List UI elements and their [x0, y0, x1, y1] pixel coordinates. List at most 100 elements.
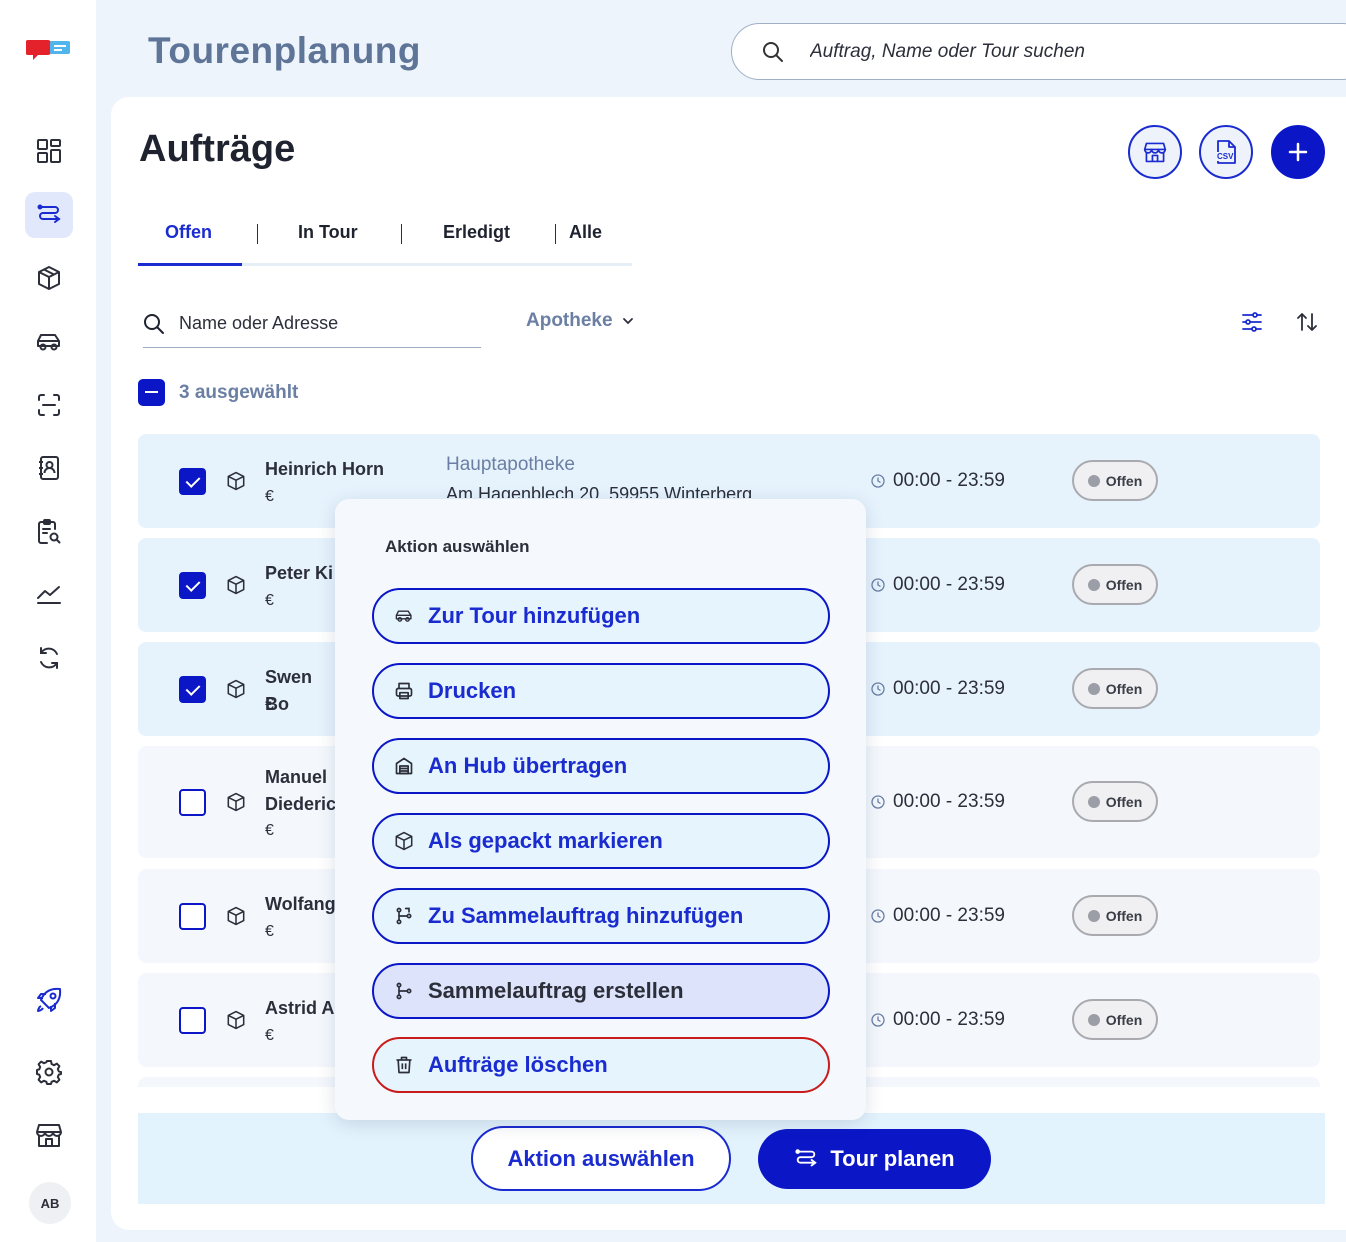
status-dot: [1087, 578, 1100, 591]
car-icon: [35, 329, 63, 355]
action-menu-title: Aktion auswählen: [385, 537, 530, 556]
customer-name-line2: Diederic: [265, 794, 337, 814]
customer-name: Peter Ki: [265, 563, 334, 583]
status-badge: Offen: [1072, 564, 1158, 605]
payment-indicator: €: [265, 1027, 274, 1044]
sidebar-item-scan[interactable]: [25, 382, 73, 428]
action-label: Aufträge löschen: [428, 1052, 608, 1077]
customer-name: Manuel: [265, 767, 328, 787]
active-tab-indicator: [138, 263, 242, 266]
csv-import-button[interactable]: CSV: [1199, 125, 1253, 179]
csv-icon: CSV: [1215, 139, 1237, 165]
plan-tour-label: Tour planen: [830, 1146, 955, 1171]
sort-button[interactable]: [1293, 308, 1321, 336]
sidebar-item-inspection[interactable]: [25, 509, 73, 555]
print-button[interactable]: Drucken: [372, 663, 830, 719]
bulk-action-bar: [138, 1113, 1325, 1204]
sidebar-item-dashboard[interactable]: [25, 128, 73, 174]
status-label: Offen: [1105, 907, 1143, 924]
delivery-time: 00:00 - 23:59: [893, 1009, 1005, 1030]
tab-erledigt[interactable]: Erledigt: [443, 222, 510, 243]
row-checkbox[interactable]: [179, 676, 206, 703]
customer-name: Wolfang: [265, 894, 336, 914]
trash-icon: [394, 1055, 414, 1075]
sidebar-item-contacts[interactable]: [25, 445, 73, 491]
payment-indicator: €: [265, 822, 274, 839]
row-checkbox[interactable]: [179, 1007, 206, 1034]
add-to-tour-button[interactable]: Zur Tour hinzufügen: [372, 588, 830, 644]
action-label: An Hub übertragen: [428, 753, 628, 778]
package-icon: [226, 471, 246, 491]
status-label: Offen: [1105, 680, 1143, 697]
transfer-to-hub-button[interactable]: An Hub übertragen: [372, 738, 830, 794]
pharmacy-filter-button[interactable]: [1128, 125, 1182, 179]
clock-icon: [871, 909, 885, 923]
select-all-checkbox[interactable]: [138, 379, 165, 406]
clock-icon: [871, 795, 885, 809]
sliders-icon: [1240, 310, 1264, 334]
chart-icon: [36, 582, 62, 608]
sidebar-item-packages[interactable]: [25, 255, 73, 301]
sidebar-item-tours[interactable]: [25, 192, 73, 238]
avatar[interactable]: AB: [29, 1182, 71, 1224]
search-icon: [143, 313, 165, 335]
delivery-time: 00:00 - 23:59: [893, 791, 1005, 812]
action-label: Als gepackt markieren: [428, 828, 663, 853]
row-checkbox[interactable]: [179, 468, 206, 495]
mark-packed-button[interactable]: Als gepackt markieren: [372, 813, 830, 869]
merge-icon: [394, 906, 414, 926]
scan-icon: [36, 392, 62, 418]
tab-in-tour[interactable]: In Tour: [298, 222, 358, 243]
row-checkbox[interactable]: [179, 572, 206, 599]
select-action-button[interactable]: Aktion auswählen: [471, 1126, 731, 1191]
delivery-window: 00:00 - 23:59: [871, 678, 1005, 700]
package-icon: [226, 906, 246, 926]
pharmacy-select[interactable]: Apotheke: [526, 310, 635, 332]
order-search[interactable]: [143, 300, 481, 348]
filter-settings-button[interactable]: [1238, 308, 1266, 336]
tab-separator: [401, 224, 402, 244]
add-order-button[interactable]: [1271, 125, 1325, 179]
row-checkbox[interactable]: [179, 789, 206, 816]
sidebar-item-statistics[interactable]: [25, 572, 73, 618]
app-logo[interactable]: [26, 36, 74, 64]
create-collective-order-button[interactable]: Sammelauftrag erstellen: [372, 963, 830, 1019]
clock-icon: [871, 1013, 885, 1027]
customer-name: Heinrich Horn: [265, 459, 385, 479]
clock-icon: [871, 578, 885, 592]
add-to-collective-order-button[interactable]: Zu Sammelauftrag hinzufügen: [372, 888, 830, 944]
sidebar-item-pharmacy[interactable]: [25, 1112, 73, 1158]
sidebar-item-sync[interactable]: [25, 635, 73, 681]
order-tabs: Offen In Tour Erledigt Alle: [138, 210, 632, 266]
plus-icon: [1287, 141, 1309, 163]
global-search-input[interactable]: [810, 40, 1290, 63]
package-icon: [226, 792, 246, 812]
delete-orders-button[interactable]: Aufträge löschen: [372, 1037, 830, 1093]
row-checkbox[interactable]: [179, 903, 206, 930]
gear-icon: [36, 1059, 62, 1085]
tab-alle[interactable]: Alle: [569, 222, 602, 243]
payment-indicator: €: [265, 696, 274, 713]
sidebar-item-launch[interactable]: [25, 977, 73, 1023]
order-search-input[interactable]: [179, 313, 459, 334]
package-icon: [226, 1010, 246, 1030]
action-label: Zur Tour hinzufügen: [428, 603, 641, 628]
plan-tour-button[interactable]: Tour planen: [758, 1129, 991, 1189]
global-search[interactable]: [731, 23, 1346, 80]
rocket-icon: [35, 986, 63, 1014]
tab-offen[interactable]: Offen: [165, 222, 212, 243]
sidebar-item-settings[interactable]: [25, 1049, 73, 1095]
package-icon: [36, 265, 62, 291]
sort-icon: [1295, 310, 1319, 334]
status-label: Offen: [1105, 1011, 1143, 1028]
package-icon: [394, 831, 414, 851]
section-title: Aufträge: [139, 128, 296, 170]
status-badge: Offen: [1072, 460, 1158, 501]
hub-icon: [394, 756, 414, 776]
car-icon: [394, 607, 414, 625]
tab-separator: [555, 224, 556, 244]
status-label: Offen: [1105, 576, 1143, 593]
delivery-window: 00:00 - 23:59: [871, 574, 1005, 596]
branch-icon: [394, 981, 414, 1001]
sidebar-item-vehicles[interactable]: [25, 319, 73, 365]
